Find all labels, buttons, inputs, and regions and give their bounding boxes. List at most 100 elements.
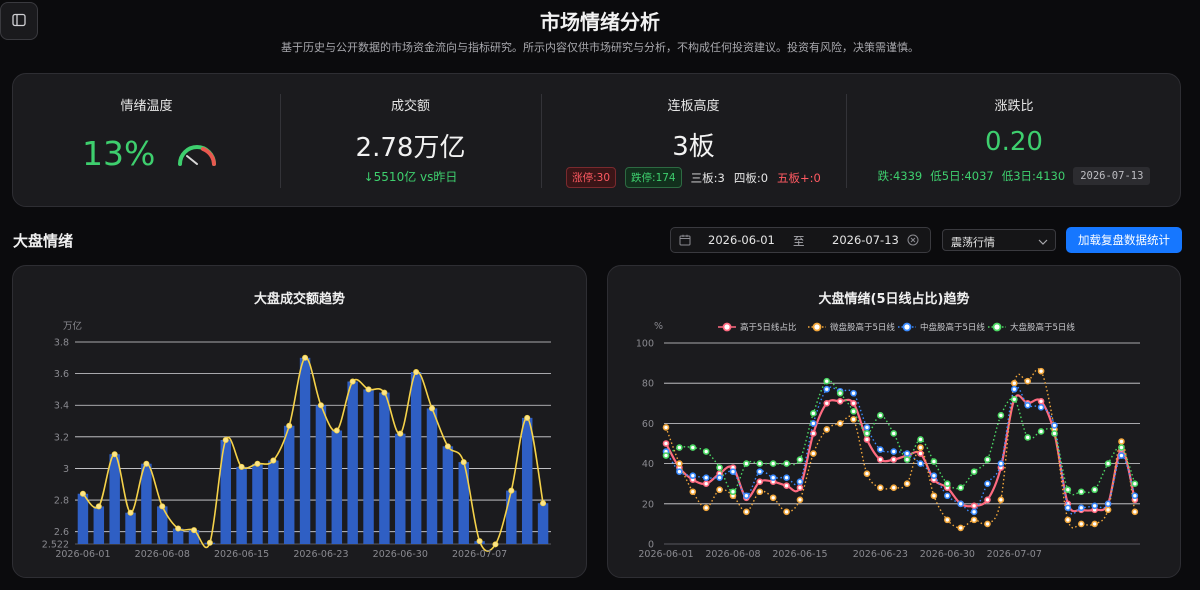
data-point bbox=[890, 448, 898, 455]
data-point bbox=[984, 480, 991, 487]
data-point bbox=[689, 488, 697, 496]
legend-marker bbox=[992, 322, 1002, 332]
data-point bbox=[662, 424, 670, 431]
data-point bbox=[1131, 480, 1139, 487]
data-point bbox=[917, 450, 924, 457]
data-point bbox=[796, 496, 804, 504]
data-point bbox=[349, 378, 356, 385]
ratio-details: 跌:4339 低5日:4037 低3日:4130 2026-07-13 bbox=[846, 167, 1182, 185]
legend-marker bbox=[722, 322, 732, 332]
gauge-icon bbox=[176, 142, 218, 172]
data-point bbox=[1010, 395, 1018, 403]
x-tick-label: 2026-06-23 bbox=[293, 549, 348, 560]
data-point bbox=[756, 468, 764, 475]
data-point bbox=[238, 463, 245, 470]
data-point bbox=[810, 410, 817, 417]
data-point bbox=[863, 436, 871, 443]
data-point bbox=[903, 450, 911, 457]
bar bbox=[93, 506, 105, 544]
data-point bbox=[1064, 486, 1072, 494]
data-point bbox=[286, 422, 293, 429]
data-point bbox=[702, 448, 710, 455]
data-point bbox=[1091, 520, 1098, 528]
chart-title: 大盘情绪(5日线占比)趋势 bbox=[818, 292, 970, 307]
data-point bbox=[917, 444, 924, 451]
bar bbox=[109, 454, 120, 544]
stats-panel: 情绪温度 13% 成交额 2.78万亿 ↓5510亿 vs昨日 连板高度 3板 … bbox=[12, 73, 1181, 207]
limit-down-badge: 跌停:174 bbox=[625, 167, 682, 188]
y-tick-label: 3.6 bbox=[54, 369, 69, 380]
board3-count: 三板:3 bbox=[690, 170, 725, 185]
data-point bbox=[729, 488, 737, 496]
data-point bbox=[890, 456, 898, 463]
x-tick-label: 2026-06-15 bbox=[772, 549, 827, 560]
data-point bbox=[1051, 422, 1058, 429]
data-point bbox=[1037, 428, 1045, 435]
series-line bbox=[665, 379, 1136, 496]
clear-icon[interactable] bbox=[907, 234, 919, 249]
data-point bbox=[944, 516, 951, 524]
market-type-select[interactable]: 震荡行情 bbox=[942, 229, 1056, 251]
data-point bbox=[823, 426, 831, 433]
bar bbox=[125, 512, 136, 544]
data-point bbox=[796, 478, 804, 485]
data-point bbox=[190, 527, 197, 534]
date-start[interactable]: 2026-06-01 bbox=[708, 233, 775, 247]
data-point bbox=[1118, 444, 1125, 451]
bar bbox=[442, 446, 454, 544]
select-value: 震荡行情 bbox=[951, 236, 995, 249]
x-tick-label: 2026-06-30 bbox=[920, 549, 975, 560]
bar bbox=[283, 425, 295, 544]
bar bbox=[347, 381, 358, 544]
trend-line bbox=[82, 356, 544, 552]
data-point bbox=[1104, 460, 1112, 467]
page-subtitle: 基于历史与公开数据的市场资金流向与指标研究。所示内容仅供市场研究与分析，不构成任… bbox=[281, 41, 919, 54]
data-point bbox=[428, 405, 435, 412]
stat-label: 连板高度 bbox=[667, 99, 720, 114]
date-end[interactable]: 2026-07-13 bbox=[832, 233, 899, 247]
data-point bbox=[492, 541, 499, 548]
bar bbox=[252, 463, 263, 544]
data-point bbox=[716, 464, 723, 471]
y-tick-label: 2.8 bbox=[54, 496, 69, 507]
stat-sentiment: 情绪温度 13% bbox=[13, 74, 280, 208]
data-point bbox=[676, 468, 683, 475]
turnover-value: 2.78万亿 bbox=[355, 133, 466, 163]
data-point bbox=[716, 474, 723, 481]
data-point bbox=[1104, 506, 1112, 514]
data-point bbox=[769, 460, 777, 467]
x-tick-label: 2026-06-23 bbox=[853, 549, 908, 560]
data-point bbox=[863, 424, 871, 431]
data-point bbox=[930, 458, 938, 465]
data-point bbox=[997, 460, 1005, 467]
y-tick-label: 20 bbox=[642, 499, 654, 510]
load-data-button[interactable]: 加载复盘数据统计 bbox=[1066, 227, 1182, 253]
bar bbox=[426, 408, 438, 544]
x-tick-label: 2026-06-30 bbox=[373, 549, 428, 560]
x-tick-label: 2026-06-15 bbox=[214, 549, 269, 560]
data-point bbox=[476, 538, 483, 545]
data-point bbox=[970, 502, 978, 510]
stat-ratio: 涨跌比 0.20 跌:4339 低5日:4037 低3日:4130 2026-0… bbox=[846, 74, 1182, 208]
bar bbox=[315, 405, 327, 544]
data-point bbox=[823, 400, 831, 407]
data-point bbox=[95, 503, 102, 510]
turnover-chart-card: 大盘成交额趋势 万亿 2.522 2.6 2.8 3 3.2 3.4 3.6 3.8 2026-0… bbox=[12, 265, 587, 578]
data-point bbox=[1118, 452, 1125, 459]
data-point bbox=[1091, 502, 1098, 510]
data-point bbox=[957, 500, 965, 508]
board4-count: 四板:0 bbox=[733, 170, 769, 185]
data-point bbox=[783, 460, 790, 467]
data-point bbox=[890, 484, 898, 492]
data-point bbox=[944, 492, 951, 500]
bar bbox=[506, 490, 517, 544]
data-point bbox=[810, 450, 817, 457]
date-range-picker[interactable]: 2026-06-01 至 2026-07-13 bbox=[670, 227, 931, 253]
bar bbox=[410, 372, 422, 544]
data-point bbox=[877, 456, 884, 463]
data-point bbox=[111, 451, 118, 458]
data-point bbox=[729, 468, 737, 475]
data-point bbox=[984, 456, 991, 463]
bar bbox=[379, 392, 390, 544]
data-point bbox=[222, 436, 229, 443]
